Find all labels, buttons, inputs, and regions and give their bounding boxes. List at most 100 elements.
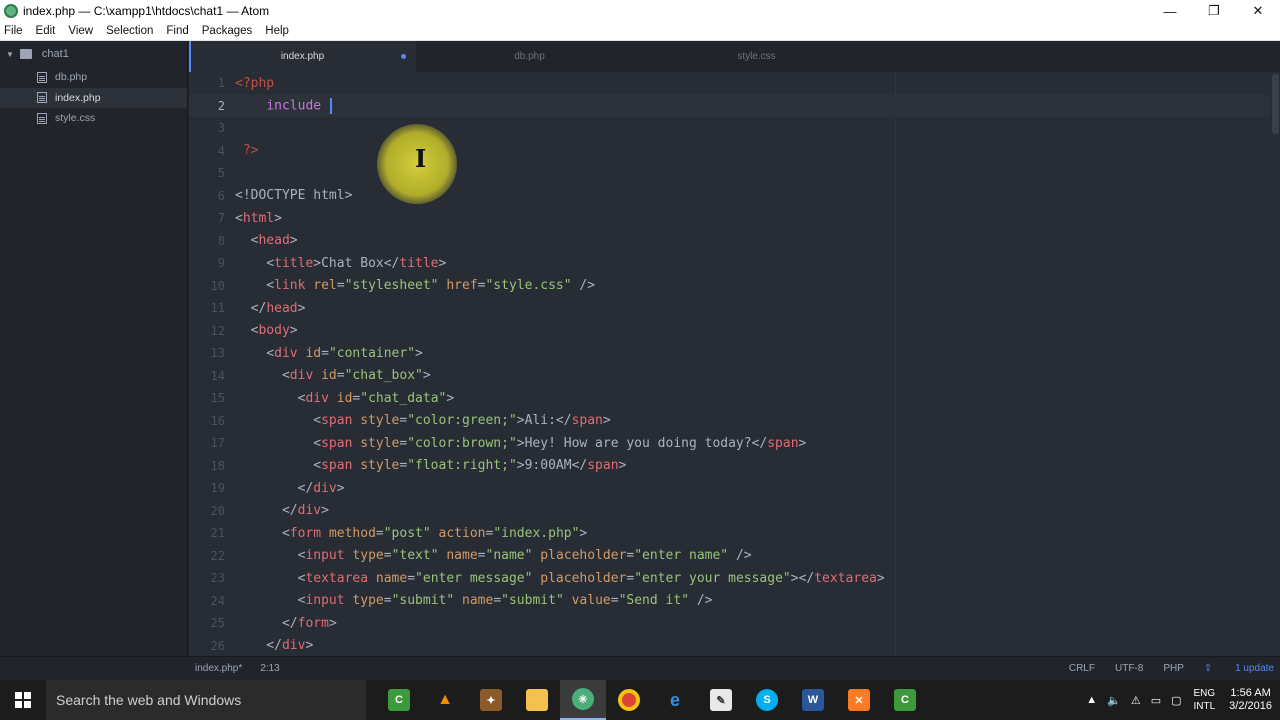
tab-style-css[interactable]: style.css bbox=[643, 41, 870, 72]
minimize-button[interactable]: — bbox=[1148, 0, 1192, 22]
start-button[interactable] bbox=[0, 680, 46, 720]
code-line[interactable]: 8 <head> bbox=[189, 230, 1270, 253]
code-line[interactable]: 20 </div> bbox=[189, 500, 1270, 523]
ibeam-cursor-icon: I bbox=[415, 144, 427, 173]
code-line[interactable]: 10 <link rel="stylesheet" href="style.cs… bbox=[189, 275, 1270, 298]
taskbar-app-word[interactable]: W bbox=[790, 680, 836, 720]
word-icon: W bbox=[802, 689, 824, 711]
tree-item-db-php[interactable]: db.php bbox=[0, 67, 187, 88]
language-indicator[interactable]: ENG INTL bbox=[1194, 687, 1216, 713]
tree-item-style-css[interactable]: style.css bbox=[0, 108, 187, 129]
code-line[interactable]: 18 <span style="float:right;">9:00AM</sp… bbox=[189, 455, 1270, 478]
line-number: 20 bbox=[210, 503, 225, 518]
taskbar-app-chrome[interactable] bbox=[606, 680, 652, 720]
code-line[interactable]: 26 </div> bbox=[189, 635, 1270, 657]
line-number: 25 bbox=[210, 616, 225, 631]
code-line[interactable]: 4 ?> bbox=[189, 140, 1270, 163]
line-number: 12 bbox=[210, 323, 225, 338]
menu-file[interactable]: File bbox=[4, 25, 23, 37]
line-content: <span style="color:brown;">Hey! How are … bbox=[235, 435, 807, 451]
code-line[interactable]: 11 </head> bbox=[189, 297, 1270, 320]
code-line[interactable]: 13 <div id="container"> bbox=[189, 342, 1270, 365]
tab-db-php[interactable]: db.php bbox=[416, 41, 643, 72]
code-line[interactable]: 1 <?php bbox=[189, 72, 1270, 95]
menu-help[interactable]: Help bbox=[265, 25, 289, 37]
taskbar-app-xampp[interactable]: ✕ bbox=[836, 680, 882, 720]
code-line[interactable]: 7 <html> bbox=[189, 207, 1270, 230]
status-line-ending[interactable]: CRLF bbox=[1069, 663, 1095, 674]
notification-icon[interactable]: ▢ bbox=[1171, 694, 1181, 707]
taskbar-app-editor[interactable]: ✎ bbox=[698, 680, 744, 720]
line-content: <?php bbox=[235, 75, 275, 91]
code-line[interactable]: 15 <div id="chat_data"> bbox=[189, 387, 1270, 410]
code-line[interactable]: 6 <!DOCTYPE html> bbox=[189, 185, 1270, 208]
line-content: <input type="submit" name="submit" value… bbox=[235, 593, 713, 609]
code-line[interactable]: 23 <textarea name="enter message" placeh… bbox=[189, 567, 1270, 590]
code-line[interactable]: 14 <div id="chat_box"> bbox=[189, 365, 1270, 388]
vertical-scrollbar[interactable] bbox=[1270, 72, 1280, 656]
code-line[interactable]: 3 bbox=[189, 117, 1270, 140]
tree-root-folder[interactable]: ▼ chat1 bbox=[0, 41, 187, 67]
code-line[interactable]: 17 <span style="color:brown;">Hey! How a… bbox=[189, 432, 1270, 455]
close-button[interactable]: ✕ bbox=[1236, 0, 1280, 22]
menu-find[interactable]: Find bbox=[166, 25, 188, 37]
code-line[interactable]: 22 <input type="text" name="name" placeh… bbox=[189, 545, 1270, 568]
code-line[interactable]: 5 bbox=[189, 162, 1270, 185]
code-line[interactable]: 19 </div> bbox=[189, 477, 1270, 500]
taskbar-app-tool[interactable]: ✦ bbox=[468, 680, 514, 720]
taskbar-app-camtasia[interactable]: C bbox=[376, 680, 422, 720]
scrollbar-thumb[interactable] bbox=[1272, 74, 1279, 134]
taskbar-app-explorer[interactable] bbox=[514, 680, 560, 720]
line-content: <div id="chat_data"> bbox=[235, 390, 455, 406]
taskbar-app-camtasia-recorder[interactable]: C bbox=[882, 680, 928, 720]
camtasia-recorder-icon: C bbox=[894, 689, 916, 711]
tab-index-php[interactable]: index.php bbox=[189, 41, 416, 72]
taskbar-app-atom[interactable]: ✳ bbox=[560, 680, 606, 720]
line-number: 16 bbox=[210, 413, 225, 428]
status-cursor-position[interactable]: 2:13 bbox=[260, 663, 279, 674]
status-grammar[interactable]: PHP bbox=[1163, 663, 1184, 674]
taskbar-app-vlc[interactable]: ▲ bbox=[422, 680, 468, 720]
chevron-up-icon[interactable]: ▲ bbox=[1086, 694, 1097, 706]
tree-item-index-php[interactable]: index.php bbox=[0, 87, 187, 108]
line-content: <input type="text" name="name" placehold… bbox=[235, 548, 752, 564]
workspace: ▼ chat1 db.php index.php style.css index… bbox=[0, 41, 1280, 656]
clock-date: 3/2/2016 bbox=[1229, 700, 1272, 712]
code-line[interactable]: 16 <span style="color:green;">Ali:</span… bbox=[189, 410, 1270, 433]
taskbar-app-edge[interactable]: e bbox=[652, 680, 698, 720]
xampp-icon: ✕ bbox=[848, 689, 870, 711]
window-controls: — ❐ ✕ bbox=[1148, 0, 1280, 22]
skype-icon: S bbox=[756, 689, 778, 711]
network-icon[interactable]: ⚠ bbox=[1131, 694, 1141, 707]
lang-bottom: INTL bbox=[1193, 701, 1216, 712]
clock[interactable]: 1:56 AM 3/2/2016 bbox=[1229, 687, 1272, 713]
keyboard-icon[interactable]: ▭ bbox=[1151, 694, 1161, 707]
tree-view: ▼ chat1 db.php index.php style.css bbox=[0, 41, 188, 656]
code-line[interactable]: 9 <title>Chat Box</title> bbox=[189, 252, 1270, 275]
tab-label: style.css bbox=[737, 51, 776, 62]
code-line[interactable]: 12 <body> bbox=[189, 320, 1270, 343]
status-encoding[interactable]: UTF-8 bbox=[1115, 663, 1143, 674]
status-file-path[interactable]: index.php* bbox=[195, 663, 242, 674]
line-content: <form method="post" action="index.php"> bbox=[235, 525, 588, 541]
line-number: 22 bbox=[210, 548, 225, 563]
maximize-button[interactable]: ❐ bbox=[1192, 0, 1236, 22]
edge-icon: e bbox=[669, 689, 680, 710]
menu-selection[interactable]: Selection bbox=[106, 25, 153, 37]
status-updates[interactable]: ⇪ 1 update bbox=[1204, 663, 1274, 674]
code-line[interactable]: 24 <input type="submit" name="submit" va… bbox=[189, 590, 1270, 613]
code-line[interactable]: 25 </form> bbox=[189, 612, 1270, 635]
taskbar-app-skype[interactable]: S bbox=[744, 680, 790, 720]
code-line[interactable]: 21 <form method="post" action="index.php… bbox=[189, 522, 1270, 545]
line-content: </div> bbox=[235, 638, 314, 654]
line-number: 4 bbox=[217, 143, 225, 158]
menu-packages[interactable]: Packages bbox=[202, 25, 253, 37]
taskbar-search[interactable]: Search the web and Windows bbox=[46, 680, 366, 720]
taskbar-apps: C ▲ ✦ ✳ e ✎ S W ✕ C bbox=[376, 680, 928, 720]
code-line[interactable]: 2 include bbox=[189, 94, 1270, 117]
chevron-down-icon: ▼ bbox=[6, 49, 14, 59]
volume-icon[interactable]: 🔈 bbox=[1107, 694, 1121, 707]
menu-edit[interactable]: Edit bbox=[36, 25, 56, 37]
menu-view[interactable]: View bbox=[68, 25, 93, 37]
code-editor[interactable]: 1 <?php 2 include 3 4 ?> 5 6 <!DOCTYPE htm… bbox=[189, 72, 1280, 656]
